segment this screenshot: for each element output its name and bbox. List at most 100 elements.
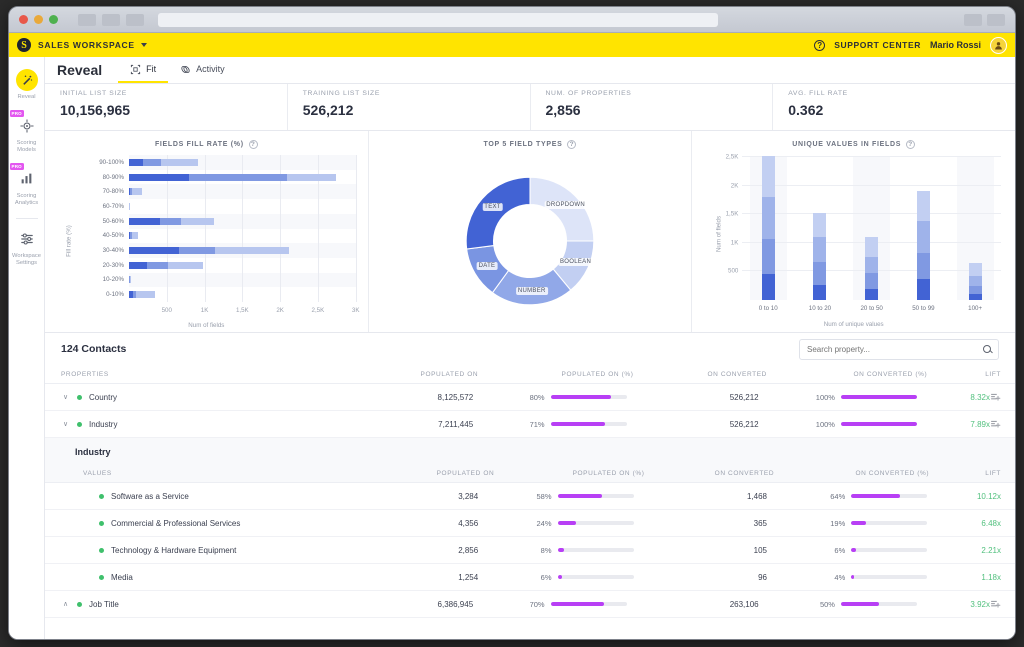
tabs-overview-button[interactable]: [987, 14, 1005, 26]
col-populated-on: POPULATED ON: [344, 371, 478, 378]
add-to-list-icon[interactable]: [990, 599, 1001, 609]
kpi-label: TRAINING LIST SIZE: [303, 90, 530, 97]
forward-button[interactable]: [102, 14, 120, 26]
table-row[interactable]: ∨ Country 8,125,572 80% 526,212 100% 8.3…: [45, 384, 1015, 411]
help-circle-icon[interactable]: ?: [906, 140, 915, 149]
donut-chart: DROPDOWNBOOLEANNUMBERDATETEXT: [375, 153, 686, 328]
x-tick-label: 2,5K: [312, 307, 325, 314]
table-row[interactable]: Technology & Hardware Equipment 2,856 8%…: [45, 537, 1015, 564]
kpi-label: NUM. OF PROPERTIES: [546, 90, 773, 97]
table-row[interactable]: Media 1,254 6% 96 4% 1.18x: [45, 564, 1015, 591]
sidebar-item-workspace-settings[interactable]: Workspace Settings: [9, 222, 45, 275]
bar-category-label: 40-50%: [103, 232, 124, 239]
zoom-window-button[interactable]: [49, 15, 58, 24]
add-to-list-icon[interactable]: [990, 419, 1001, 429]
bar-column: 20 to 50: [846, 157, 898, 300]
tab-activity[interactable]: Activity: [168, 57, 237, 83]
row-property-cell: Commercial & Professional Services: [45, 519, 344, 528]
status-dot-icon: [77, 395, 82, 400]
col-on-converted-pct: ON CONVERTED (%): [767, 371, 941, 378]
sidebar-item-scoring-analytics[interactable]: PRO Scoring Analytics: [9, 162, 45, 215]
bar-column: 10 to 20: [794, 157, 846, 300]
help-circle-icon[interactable]: ?: [567, 140, 576, 149]
expand-toggle-icon[interactable]: ∧: [61, 600, 70, 608]
donut-slice-label: DATE: [477, 262, 498, 270]
sidebar-item-label: Reveal: [17, 94, 35, 102]
stacked-bar: [129, 291, 206, 298]
back-button[interactable]: [78, 14, 96, 26]
bar-segment: [129, 174, 189, 181]
vertical-bar-plot-area: 0 to 1010 to 2020 to 5050 to 99100+ 5001…: [742, 157, 1001, 300]
brand-logo-icon[interactable]: S: [17, 38, 31, 52]
row-populated-pct-text: 58%: [531, 492, 552, 501]
avatar[interactable]: [990, 37, 1007, 54]
y-tick-label: 2,5K: [726, 154, 739, 161]
chevron-down-icon[interactable]: [141, 43, 147, 47]
converted-progress-bar: [841, 602, 917, 606]
table-row[interactable]: ∧ Job Title 6,386,945 70% 263,106 50% 3.…: [45, 591, 1015, 618]
reload-button[interactable]: [126, 14, 144, 26]
bar-segment: [179, 247, 215, 254]
x-tick-label: 50 to 99: [912, 305, 934, 312]
row-on-converted: 105: [648, 546, 767, 555]
support-center-link[interactable]: SUPPORT CENTER: [834, 40, 921, 50]
row-populated-pct-text: 24%: [531, 519, 552, 528]
kpi-initial-list-size: INITIAL LIST SIZE 10,156,965: [45, 84, 288, 130]
sidebar-item-reveal[interactable]: Reveal: [9, 63, 45, 109]
bar-segment: [132, 232, 138, 239]
sidebar-item-scoring-models[interactable]: PRO Scoring Models: [9, 109, 45, 162]
bar-chart-glyph: [20, 172, 33, 185]
share-button[interactable]: [964, 14, 982, 26]
add-to-list-icon[interactable]: [990, 392, 1001, 402]
target-icon: [16, 115, 38, 137]
row-lift: 2.21x: [941, 546, 1001, 555]
expand-toggle-icon[interactable]: ∨: [61, 393, 70, 401]
populated-progress-bar: [551, 395, 627, 399]
row-lift: 10.12x: [941, 492, 1001, 501]
x-axis-label: Num of unique values: [698, 321, 1009, 328]
converted-progress-bar: [851, 575, 927, 579]
donut-slice[interactable]: [466, 177, 530, 249]
row-on-converted-pct: 64%: [767, 492, 941, 501]
help-circle-icon[interactable]: ?: [249, 140, 258, 149]
row-on-converted-pct: 100%: [759, 420, 931, 429]
close-window-button[interactable]: [19, 15, 28, 24]
help-circle-icon[interactable]: ?: [814, 40, 825, 51]
table-row[interactable]: ∨ Industry 7,211,445 71% 526,212 100% 7.…: [45, 411, 1015, 438]
populated-progress-bar: [558, 494, 634, 498]
body-row: Reveal PRO Scoring Models: [9, 57, 1015, 639]
x-axis-label: Num of fields: [51, 322, 362, 329]
row-on-converted-pct: 100%: [759, 393, 931, 402]
bar-category-label: 10-20%: [103, 276, 124, 283]
address-bar[interactable]: [158, 13, 718, 27]
bar-segment: [161, 159, 198, 166]
table-row[interactable]: Commercial & Professional Services 4,356…: [45, 510, 1015, 537]
grid-line: [742, 156, 1001, 157]
search-property-box[interactable]: [799, 339, 999, 360]
row-lift: 7.89x: [931, 420, 990, 429]
table-last-row: ∧ Job Title 6,386,945 70% 263,106 50% 3.…: [45, 591, 1015, 618]
row-populated-on: 1,254: [344, 573, 478, 582]
row-converted-pct-text: 4%: [824, 573, 845, 582]
bar-segment: [917, 253, 930, 279]
minimize-window-button[interactable]: [34, 15, 43, 24]
row-populated-on-pct: 70%: [473, 600, 640, 609]
sidebar-item-label: Scoring Models: [9, 140, 45, 155]
search-icon[interactable]: [983, 345, 991, 353]
bar-segment: [969, 286, 982, 295]
row-populated-on: 2,856: [344, 546, 478, 555]
kpi-value: 526,212: [303, 102, 530, 118]
tab-fit[interactable]: Fit: [118, 57, 168, 83]
tabs-row: Reveal Fit Activity: [45, 57, 1015, 84]
bar-segment: [168, 262, 203, 269]
row-property-name: Industry: [89, 420, 117, 429]
reveal-icon-wrap: [16, 69, 38, 91]
status-dot-icon: [99, 575, 104, 580]
row-actions: [990, 599, 1015, 609]
bar-segment: [969, 263, 982, 276]
row-converted-pct-text: 100%: [814, 420, 835, 429]
expand-toggle-icon[interactable]: ∨: [61, 420, 70, 428]
row-on-converted-pct: 50%: [759, 600, 931, 609]
search-input[interactable]: [807, 345, 983, 354]
table-row[interactable]: Software as a Service 3,284 58% 1,468 64…: [45, 483, 1015, 510]
